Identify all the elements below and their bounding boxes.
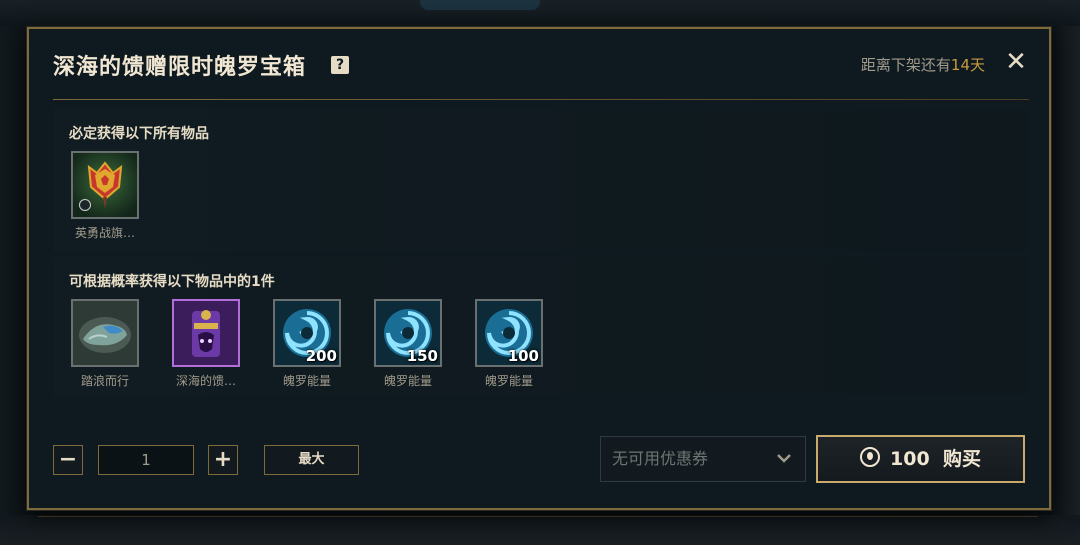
random-section: 可根据概率获得以下物品中的1件 踏浪而行 深海的馈… 200 魄罗能量 150 … xyxy=(53,257,1029,395)
guaranteed-section: 必定获得以下所有物品 英勇战旗… xyxy=(53,109,1029,252)
random-title: 可根据概率获得以下物品中的1件 xyxy=(69,274,275,290)
background-right xyxy=(1053,26,1080,516)
reward-item-label: 魄罗能量 xyxy=(383,374,432,388)
coupon-select[interactable]: 无可用优惠券 xyxy=(600,436,806,482)
decrease-quantity-button[interactable]: − xyxy=(53,445,83,475)
reward-item-label: 英勇战旗… xyxy=(74,226,135,240)
banner-icon xyxy=(71,151,139,219)
reward-item[interactable]: 100 魄罗能量 xyxy=(475,299,543,389)
title-divider xyxy=(53,99,1029,100)
chest-purchase-modal: 深海的馈赠限时魄罗宝箱 ? 距离下架还有14天 ✕ 必定获得以下所有物品 英勇战… xyxy=(27,27,1051,510)
poro-coin-icon xyxy=(860,447,881,467)
buy-label: 购买 xyxy=(942,448,981,470)
emote-icon xyxy=(172,299,240,367)
countdown-prefix: 距离下架还有 xyxy=(860,56,951,74)
coupon-text: 无可用优惠券 xyxy=(612,449,709,468)
modal-title: 深海的馈赠限时魄罗宝箱 xyxy=(53,55,307,80)
reward-item[interactable]: 踏浪而行 xyxy=(71,299,139,389)
reward-item[interactable]: 150 魄罗能量 xyxy=(374,299,442,389)
background-top-bar xyxy=(0,0,1080,26)
reward-item[interactable]: 200 魄罗能量 xyxy=(273,299,341,389)
guaranteed-title: 必定获得以下所有物品 xyxy=(69,126,209,142)
background-bottom-bar xyxy=(0,515,1080,545)
buy-button[interactable]: 100 购买 xyxy=(816,435,1025,483)
clock-icon xyxy=(79,199,91,211)
reward-item-label: 踏浪而行 xyxy=(80,374,129,388)
countdown-days: 14天 xyxy=(950,56,985,74)
reward-item-label: 魄罗能量 xyxy=(282,374,331,388)
reward-item[interactable]: 深海的馈… xyxy=(172,299,240,389)
increase-quantity-button[interactable]: + xyxy=(208,445,238,475)
help-icon[interactable]: ? xyxy=(331,56,349,74)
reward-item-label: 魄罗能量 xyxy=(484,374,533,388)
item-quantity: 150 xyxy=(406,347,438,365)
item-quantity: 100 xyxy=(507,347,539,365)
poro-energy-icon: 150 xyxy=(374,299,442,367)
ward-skin-icon xyxy=(71,299,139,367)
poro-energy-icon: 100 xyxy=(475,299,543,367)
buy-price: 100 xyxy=(890,448,930,470)
background-tab xyxy=(420,0,540,10)
close-icon[interactable]: ✕ xyxy=(1003,49,1029,75)
poro-energy-icon: 200 xyxy=(273,299,341,367)
item-quantity: 200 xyxy=(305,347,337,365)
modal-underline xyxy=(38,510,1038,517)
max-quantity-button[interactable]: 最大 xyxy=(264,445,359,475)
background-left xyxy=(0,26,27,516)
countdown: 距离下架还有14天 xyxy=(861,54,985,75)
chevron-down-icon xyxy=(777,437,791,498)
quantity-input[interactable]: 1 xyxy=(98,445,194,475)
reward-item-label: 深海的馈… xyxy=(175,374,236,388)
reward-item[interactable]: 英勇战旗… xyxy=(71,151,139,241)
